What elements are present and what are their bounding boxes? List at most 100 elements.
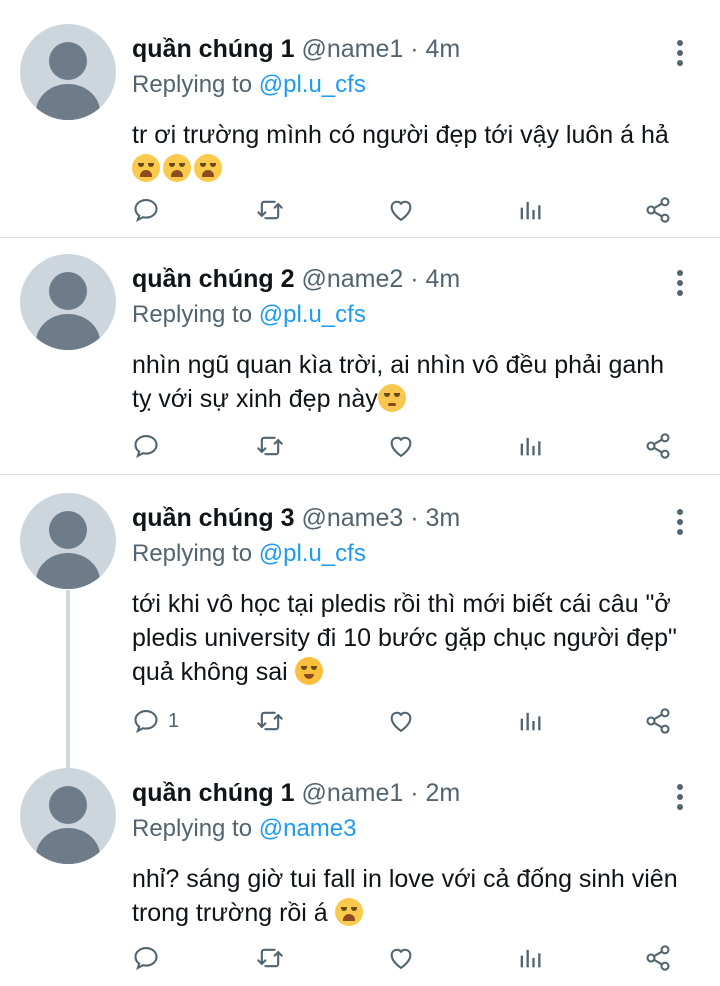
mention-link[interactable]: @pl.u_cfs	[259, 540, 366, 567]
tweet-text-line: nhìn ngũ quan kìa trời, ai nhìn vô đều p…	[132, 351, 665, 379]
share-button[interactable]	[644, 701, 672, 741]
retweet-button[interactable]	[256, 938, 284, 978]
retweet-button[interactable]	[256, 190, 284, 230]
loudly-crying-face-icon	[334, 898, 363, 926]
replying-to: Replying to @pl.u_cfs	[132, 68, 366, 102]
timestamp[interactable]: 3m	[426, 504, 461, 532]
tweet-header: quần chúng 1 @name1 · 2m	[132, 776, 460, 810]
tweet-header: quần chúng 2 @name2 · 4m	[132, 262, 460, 296]
user-handle[interactable]: @name2	[301, 265, 403, 293]
tweet-text-line: nhỉ? sáng giờ tui fall in love với cả đố…	[132, 865, 678, 893]
mention-link[interactable]: @pl.u_cfs	[259, 71, 366, 98]
tweet-actions	[0, 190, 720, 230]
reply-button[interactable]: 1	[132, 701, 179, 741]
timestamp[interactable]: 2m	[426, 779, 461, 807]
share-icon	[646, 708, 670, 734]
tweet-text-line: trong trường rồi á	[132, 896, 692, 930]
tweet-header: quần chúng 3 @name3 · 3m	[132, 501, 460, 535]
tweet-actions	[0, 426, 720, 466]
replying-to: Replying to @pl.u_cfs	[132, 537, 366, 571]
tweet-text-line: tới khi vô học tại pledis rồi thì mới bi…	[132, 590, 671, 618]
replying-to: Replying to @pl.u_cfs	[132, 298, 366, 332]
tweet-text: nhỉ? sáng giờ tui fall in love với cả đố…	[132, 862, 692, 930]
tweet-text: tr ơi trường mình có người đẹp tới vậy l…	[132, 118, 692, 186]
tweet-text: tới khi vô học tại pledis rồi thì mới bi…	[132, 587, 692, 689]
heart-icon	[390, 711, 412, 733]
replying-prefix: Replying to	[132, 815, 259, 842]
heart-icon	[390, 436, 412, 458]
tweet-text-line: quả không sai	[132, 655, 692, 689]
views-icon	[520, 201, 541, 220]
share-button[interactable]	[644, 938, 672, 978]
display-name[interactable]: quần chúng 2	[132, 265, 295, 293]
more-vertical-icon[interactable]	[664, 36, 696, 70]
tweet-text-line: tỵ với sự xinh đẹp này	[132, 382, 692, 416]
smiling-face-with-hearts-icon	[294, 657, 323, 685]
tweet-emoji-line	[132, 152, 692, 186]
views-button[interactable]	[516, 190, 544, 230]
reply-button[interactable]	[132, 938, 168, 978]
retweet-icon	[257, 948, 283, 968]
avatar[interactable]	[20, 493, 116, 589]
share-icon	[646, 945, 670, 971]
avatar[interactable]	[20, 24, 116, 120]
reply-button[interactable]	[132, 426, 168, 466]
share-button[interactable]	[644, 426, 672, 466]
user-handle[interactable]: @name3	[301, 504, 403, 532]
more-vertical-icon[interactable]	[664, 780, 696, 814]
timestamp[interactable]: 4m	[426, 35, 461, 63]
tweet-text-fragment: trong trường rồi á	[132, 899, 335, 927]
thread-connector	[66, 590, 70, 770]
tweet-text-line: tr ơi trường mình có người đẹp tới vậy l…	[132, 121, 669, 149]
loudly-crying-face-icon	[163, 154, 191, 182]
tweet-text: nhìn ngũ quan kìa trời, ai nhìn vô đều p…	[132, 348, 692, 416]
avatar[interactable]	[20, 254, 116, 350]
user-handle[interactable]: @name1	[301, 35, 403, 63]
views-button[interactable]	[516, 938, 544, 978]
retweet-icon	[257, 200, 283, 220]
tweet-actions	[0, 938, 720, 978]
separator-dot: ·	[410, 504, 419, 532]
more-vertical-icon[interactable]	[664, 266, 696, 300]
share-button[interactable]	[644, 190, 672, 230]
tweet-text-fragment: tỵ với sự xinh đẹp này	[132, 385, 378, 413]
mention-link[interactable]: @pl.u_cfs	[259, 301, 366, 328]
share-icon	[646, 433, 670, 459]
reply-button[interactable]	[132, 190, 168, 230]
user-handle[interactable]: @name1	[301, 779, 403, 807]
separator-dot: ·	[410, 35, 419, 63]
reply-icon	[134, 199, 158, 223]
tweet-header: quần chúng 1 @name1 · 4m	[132, 32, 460, 66]
like-button[interactable]	[387, 426, 415, 466]
replying-prefix: Replying to	[132, 301, 259, 328]
views-icon	[520, 712, 541, 731]
timestamp[interactable]: 4m	[426, 265, 461, 293]
like-button[interactable]	[387, 938, 415, 978]
display-name[interactable]: quần chúng 1	[132, 35, 295, 63]
views-button[interactable]	[516, 701, 544, 741]
loudly-crying-face-icon	[194, 154, 222, 182]
replying-prefix: Replying to	[132, 540, 259, 567]
tweet-text-fragment: quả không sai	[132, 658, 295, 686]
retweet-icon	[257, 711, 283, 731]
divider	[0, 237, 720, 238]
pleading-face-icon	[377, 384, 406, 412]
reply-count: 1	[168, 709, 180, 732]
views-button[interactable]	[516, 426, 544, 466]
like-button[interactable]	[387, 190, 415, 230]
more-vertical-icon[interactable]	[664, 505, 696, 539]
replying-prefix: Replying to	[132, 71, 259, 98]
display-name[interactable]: quần chúng 1	[132, 779, 295, 807]
divider	[0, 474, 720, 475]
mention-link[interactable]: @name3	[259, 815, 357, 842]
views-icon	[520, 437, 541, 456]
retweet-icon	[257, 436, 283, 456]
replying-to: Replying to @name3	[132, 812, 357, 846]
retweet-button[interactable]	[256, 701, 284, 741]
avatar[interactable]	[20, 768, 116, 864]
reply-icon	[134, 710, 158, 734]
retweet-button[interactable]	[256, 426, 284, 466]
like-button[interactable]	[387, 701, 415, 741]
display-name[interactable]: quần chúng 3	[132, 504, 295, 532]
tweet-actions: 1	[0, 701, 720, 741]
